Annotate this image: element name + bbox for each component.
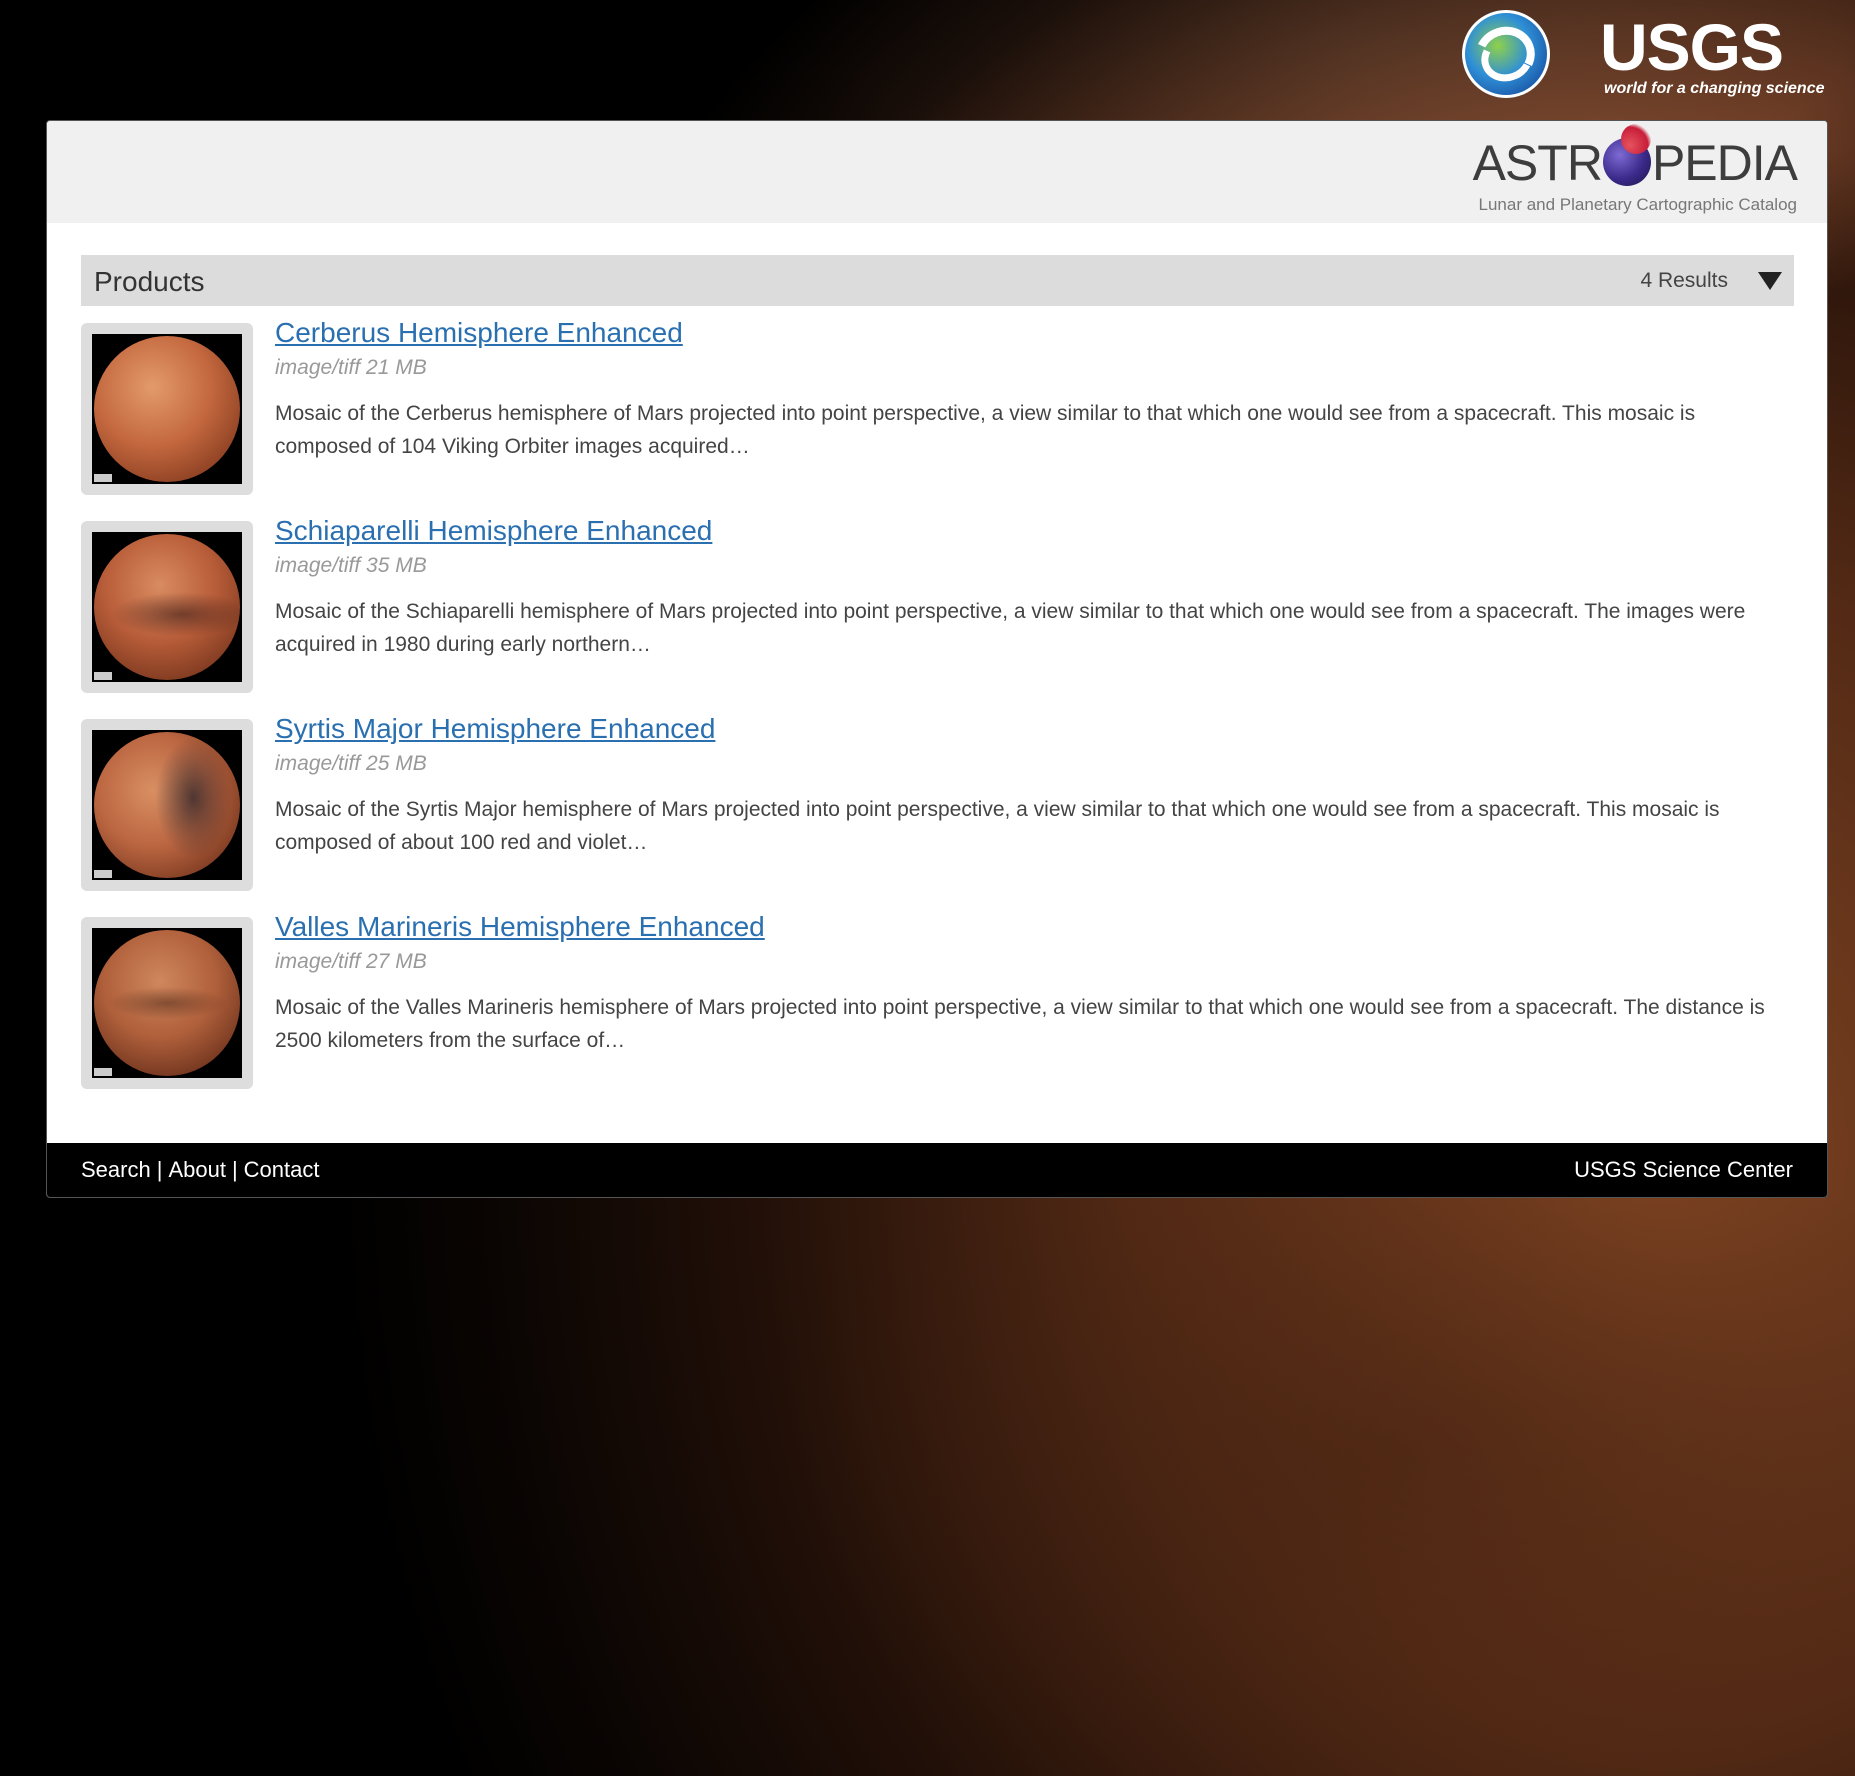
results-count: 4 Results — [1640, 269, 1728, 292]
thumbnail-image — [92, 730, 242, 880]
footer-science-center-link[interactable]: USGS Science Center — [1574, 1157, 1793, 1183]
main-panel: ASTR PEDIA Lunar and Planetary Cartograph… — [46, 120, 1828, 1198]
product-thumbnail[interactable] — [81, 917, 253, 1089]
usgs-mini-logo — [94, 672, 112, 680]
usgs-mini-logo — [94, 870, 112, 878]
footer-link-contact[interactable]: Contact — [244, 1157, 320, 1182]
product-meta: image/tiff 21 MB — [275, 356, 427, 379]
usgs-tagline: world for a changing science — [1604, 80, 1825, 97]
product-item: Schiaparelli Hemisphere Enhanced image/t… — [81, 515, 1794, 693]
product-description: Mosaic of the Schiaparelli hemisphere of… — [275, 600, 1746, 656]
mars-image — [94, 534, 240, 680]
products-header-bar: Products 4 Results — [81, 255, 1794, 306]
product-description: Mosaic of the Cerberus hemisphere of Mar… — [275, 402, 1696, 458]
products-title: Products — [94, 266, 205, 297]
product-meta: image/tiff 25 MB — [275, 752, 427, 775]
product-description: Mosaic of the Valles Marineris hemispher… — [275, 996, 1765, 1052]
usgs-logo[interactable]: USGS world for a changing science — [1600, 14, 1830, 98]
product-thumbnail[interactable] — [81, 719, 253, 891]
product-thumbnail[interactable] — [81, 323, 253, 495]
mars-image — [94, 930, 240, 1076]
footer-separator: | — [231, 1157, 238, 1182]
product-description: Mosaic of the Syrtis Major hemisphere of… — [275, 798, 1720, 854]
mars-image — [94, 336, 240, 482]
header: ASTR PEDIA Lunar and Planetary Cartograph… — [47, 121, 1827, 223]
footer: Search | About | Contact USGS Science Center — [47, 1143, 1827, 1197]
product-meta: image/tiff 27 MB — [275, 950, 427, 973]
astropedia-logo-prefix: ASTR — [1472, 135, 1603, 191]
product-item: Valles Marineris Hemisphere Enhanced ima… — [81, 911, 1794, 1089]
product-item: Syrtis Major Hemisphere Enhanced image/t… — [81, 713, 1794, 891]
product-title-link[interactable]: Syrtis Major Hemisphere Enhanced — [275, 713, 715, 745]
usgs-globe-icon[interactable] — [1462, 10, 1550, 98]
mars-image — [94, 732, 240, 878]
usgs-mini-logo — [94, 1068, 112, 1076]
footer-link-about[interactable]: About — [168, 1157, 226, 1182]
thumbnail-image — [92, 928, 242, 1078]
usgs-mini-logo — [94, 474, 112, 482]
thumbnail-image — [92, 532, 242, 682]
product-title-link[interactable]: Valles Marineris Hemisphere Enhanced — [275, 911, 765, 943]
footer-separator: | — [156, 1157, 163, 1182]
product-title-link[interactable]: Cerberus Hemisphere Enhanced — [275, 317, 683, 349]
product-meta: image/tiff 35 MB — [275, 554, 427, 577]
astropedia-subtitle: Lunar and Planetary Cartographic Catalog — [1478, 195, 1797, 214]
product-thumbnail[interactable] — [81, 521, 253, 693]
footer-link-search[interactable]: Search — [81, 1157, 151, 1182]
thumbnail-image — [92, 334, 242, 484]
footer-nav: Search | About | Contact — [81, 1157, 319, 1183]
astropedia-logo-suffix: PEDIA — [1651, 135, 1798, 191]
caret-down-icon[interactable] — [1758, 272, 1782, 290]
product-item: Cerberus Hemisphere Enhanced image/tiff … — [81, 317, 1794, 495]
astropedia-logo[interactable]: ASTR PEDIA — [1472, 124, 1798, 193]
product-title-link[interactable]: Schiaparelli Hemisphere Enhanced — [275, 515, 712, 547]
planet-logo-icon — [1602, 124, 1651, 186]
usgs-logo-text: USGS — [1600, 10, 1784, 84]
